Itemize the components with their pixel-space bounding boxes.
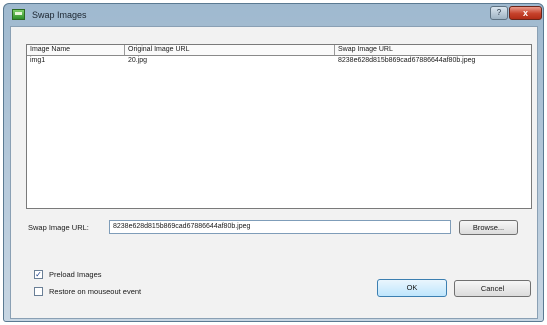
column-header-original-url[interactable]: Original Image URL [125, 45, 335, 55]
dialog-title: Swap Images [32, 10, 87, 20]
ok-button[interactable]: OK [377, 279, 447, 297]
swap-images-dialog: Swap Images ? x Image Name Original Imag… [3, 3, 544, 322]
preload-images-label: Preload Images [49, 270, 102, 279]
cancel-button[interactable]: Cancel [454, 280, 531, 297]
restore-on-mouseout-checkbox[interactable] [34, 287, 43, 296]
table-row[interactable]: img1 20.jpg 8238e628d815b869cad67886644a… [27, 56, 531, 66]
restore-on-mouseout-label: Restore on mouseout event [49, 287, 142, 296]
browse-button[interactable]: Browse... [459, 220, 518, 235]
table-header: Image Name Original Image URL Swap Image… [27, 45, 531, 56]
close-button[interactable]: x [509, 6, 542, 20]
cell-original-url: 20.jpg [128, 57, 148, 64]
column-header-image-name[interactable]: Image Name [27, 45, 125, 55]
swap-url-input[interactable]: 8238e628d815b869cad67886644af80b.jpeg [109, 220, 451, 234]
cell-swap-url: 8238e628d815b869cad67886644af80b.jpeg [338, 57, 476, 64]
column-header-swap-url[interactable]: Swap Image URL [335, 45, 532, 55]
help-button[interactable]: ? [490, 6, 508, 20]
swap-url-label: Swap Image URL: [28, 223, 89, 232]
title-bar[interactable]: Swap Images ? x [4, 4, 543, 26]
cell-image-name: img1 [30, 57, 46, 64]
preload-images-checkbox[interactable]: ✓ [34, 270, 43, 279]
image-table: Image Name Original Image URL Swap Image… [26, 44, 532, 209]
dialog-icon [12, 9, 25, 20]
